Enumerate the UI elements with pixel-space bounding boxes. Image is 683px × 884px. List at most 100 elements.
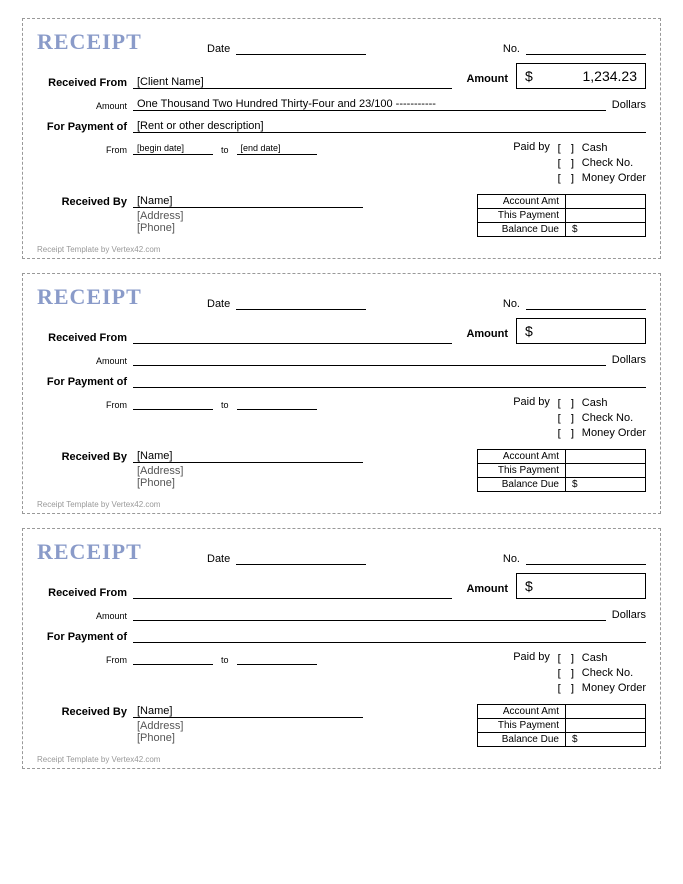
checkbox-cash[interactable]: [ ] [556,651,576,666]
to-date-field[interactable] [237,396,317,410]
received-from-field[interactable]: [Client Name] [133,75,452,89]
no-field[interactable] [526,296,646,310]
from-label: From [37,400,133,410]
balance-table: Account Amt This Payment Balance Due$ [477,449,646,492]
dollars-label: Dollars [612,354,646,366]
for-payment-field[interactable] [133,374,646,388]
account-amt-label: Account Amt [478,450,566,464]
amount-box[interactable]: $ [516,318,646,344]
to-date-field[interactable] [237,651,317,665]
checkbox-check[interactable]: [ ] [556,666,576,681]
from-date-field[interactable] [133,651,213,665]
account-amt-value[interactable] [566,450,646,464]
date-label: Date [207,553,230,565]
account-amt-label: Account Amt [478,195,566,209]
from-label: From [37,655,133,665]
amount-words-field[interactable] [133,352,606,366]
for-payment-field[interactable] [133,629,646,643]
amount-word-label: Amount [37,101,133,111]
opt-money-order: Money Order [582,426,646,441]
amount-box[interactable]: $ 1,234.23 [516,63,646,89]
dollars-label: Dollars [612,609,646,621]
for-payment-label: For Payment of [37,121,133,133]
no-field[interactable] [526,551,646,565]
receipt-2: RECEIPT Date No. Received From Amount $ … [22,273,661,514]
account-amt-value[interactable] [566,705,646,719]
to-date-field[interactable]: [end date] [237,141,317,155]
opt-cash: Cash [582,396,646,411]
currency-symbol: $ [525,574,533,598]
opt-money-order: Money Order [582,171,646,186]
no-field[interactable] [526,41,646,55]
received-by-address: [Address] [133,718,477,732]
checkbox-cash[interactable]: [ ] [556,141,576,156]
balance-due-label: Balance Due [478,478,566,492]
received-by-phone: [Phone] [133,732,477,744]
balance-due-label: Balance Due [478,733,566,747]
amount-box[interactable]: $ [516,573,646,599]
dollars-label: Dollars [612,99,646,111]
opt-cash: Cash [582,651,646,666]
no-label: No. [503,43,520,55]
checkbox-money-order[interactable]: [ ] [556,681,576,696]
to-label: to [221,655,229,665]
from-label: From [37,145,133,155]
receipt-title: RECEIPT [37,539,207,565]
this-payment-value[interactable] [566,209,646,223]
amount-word-label: Amount [37,611,133,621]
from-date-field[interactable] [133,396,213,410]
date-label: Date [207,298,230,310]
checkbox-cash[interactable]: [ ] [556,396,576,411]
date-field[interactable] [236,551,366,565]
received-by-phone: [Phone] [133,222,477,234]
balance-table: Account Amt This Payment Balance Due$ [477,194,646,237]
opt-check: Check No. [582,411,646,426]
paid-by-label: Paid by [513,651,550,663]
received-by-address: [Address] [133,208,477,222]
balance-due-value[interactable]: $ [566,223,646,237]
footer-credit: Receipt Template by Vertex42.com [37,755,646,764]
footer-credit: Receipt Template by Vertex42.com [37,500,646,509]
balance-due-label: Balance Due [478,223,566,237]
received-by-label: Received By [37,704,133,718]
checkbox-money-order[interactable]: [ ] [556,426,576,441]
receipt-title: RECEIPT [37,284,207,310]
no-label: No. [503,553,520,565]
balance-table: Account Amt This Payment Balance Due$ [477,704,646,747]
no-label: No. [503,298,520,310]
from-date-field[interactable]: [begin date] [133,141,213,155]
for-payment-field[interactable]: [Rent or other description] [133,119,646,133]
opt-cash: Cash [582,141,646,156]
checkbox-check[interactable]: [ ] [556,411,576,426]
currency-symbol: $ [525,64,533,88]
opt-money-order: Money Order [582,681,646,696]
balance-due-value[interactable]: $ [566,733,646,747]
date-field[interactable] [236,296,366,310]
checkbox-check[interactable]: [ ] [556,156,576,171]
footer-credit: Receipt Template by Vertex42.com [37,245,646,254]
account-amt-value[interactable] [566,195,646,209]
paid-by-label: Paid by [513,141,550,153]
amount-label: Amount [466,73,508,85]
this-payment-value[interactable] [566,719,646,733]
received-by-name[interactable]: [Name] [133,704,363,718]
balance-due-value[interactable]: $ [566,478,646,492]
received-by-name[interactable]: [Name] [133,449,363,463]
amount-words-field[interactable]: One Thousand Two Hundred Thirty-Four and… [133,97,606,111]
amount-words-field[interactable] [133,607,606,621]
for-payment-label: For Payment of [37,631,133,643]
checkbox-money-order[interactable]: [ ] [556,171,576,186]
account-amt-label: Account Amt [478,705,566,719]
opt-check: Check No. [582,666,646,681]
received-from-field[interactable] [133,585,452,599]
received-from-label: Received From [37,77,133,89]
received-by-address: [Address] [133,463,477,477]
date-field[interactable] [236,41,366,55]
received-from-field[interactable] [133,330,452,344]
received-by-name[interactable]: [Name] [133,194,363,208]
received-by-phone: [Phone] [133,477,477,489]
this-payment-value[interactable] [566,464,646,478]
receipt-title: RECEIPT [37,29,207,55]
this-payment-label: This Payment [478,209,566,223]
amount-label: Amount [466,583,508,595]
